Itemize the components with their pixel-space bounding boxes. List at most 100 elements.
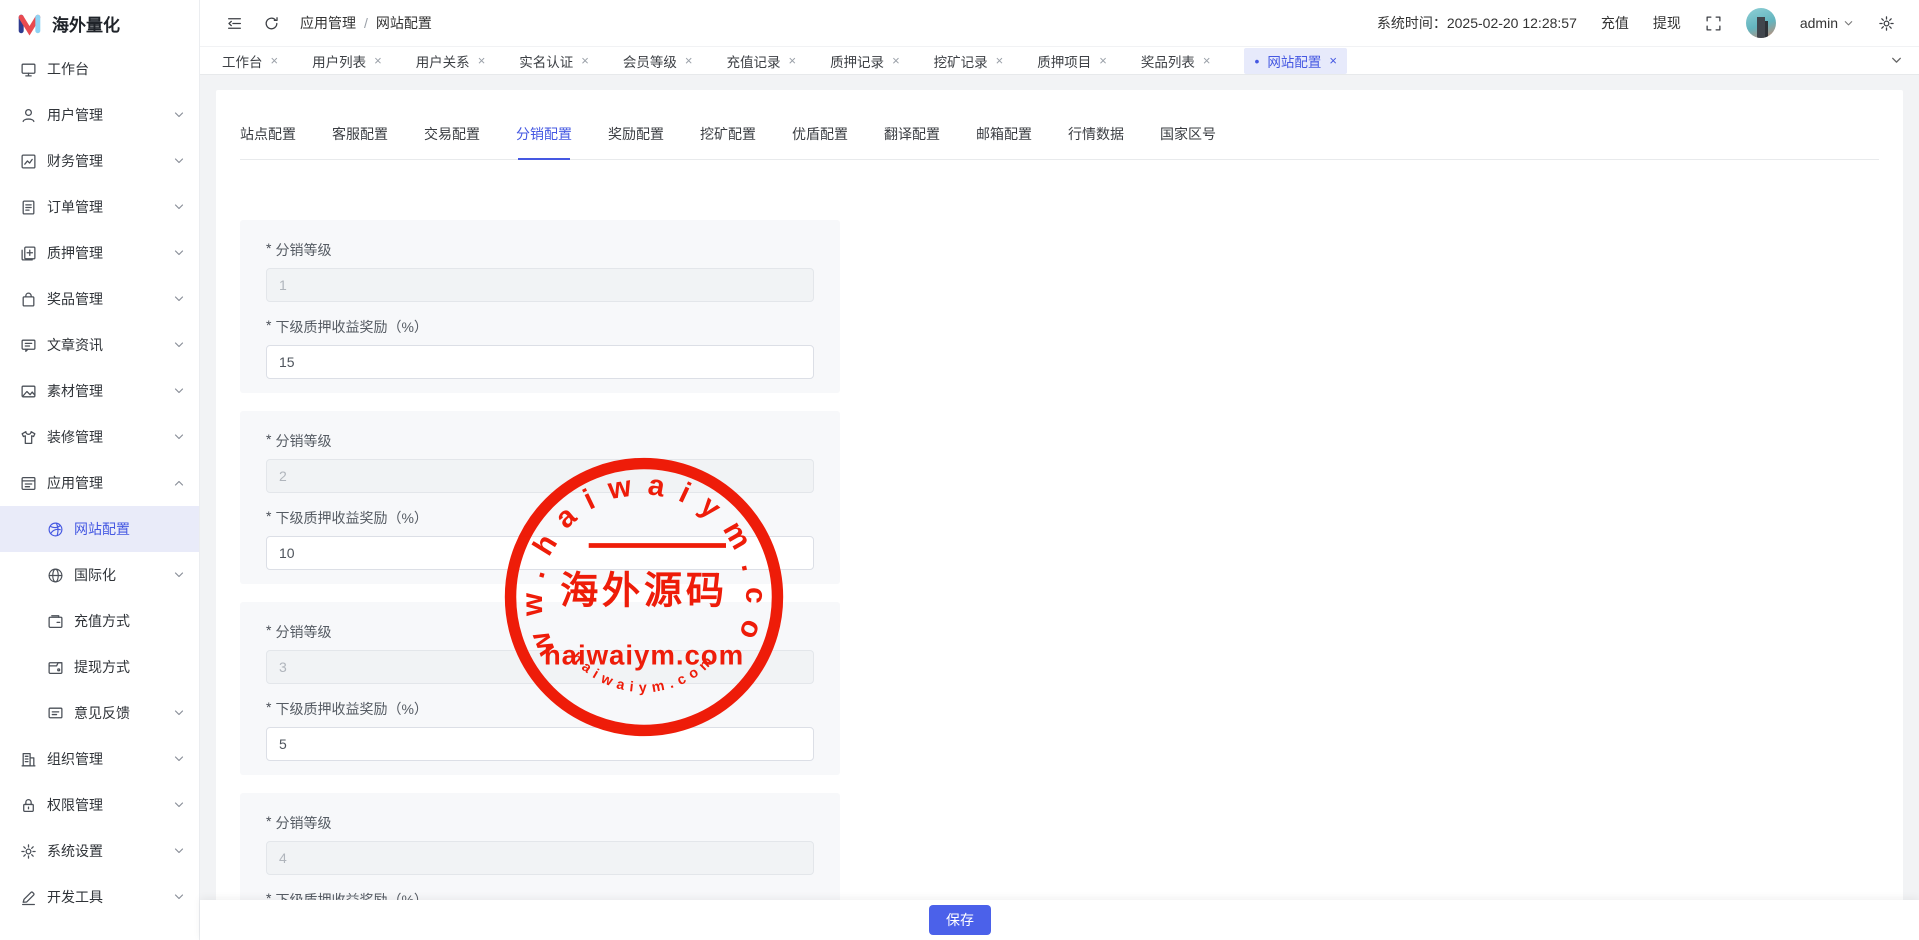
tab-user-relations[interactable]: 用户关系× bbox=[416, 51, 486, 71]
sidebar-item-system-settings[interactable]: 系统设置 bbox=[0, 828, 199, 874]
sidebar-item-label: 工作台 bbox=[47, 59, 89, 79]
app-icon bbox=[20, 475, 37, 492]
close-icon[interactable]: × bbox=[1099, 54, 1107, 67]
chevron-up-icon bbox=[173, 477, 185, 489]
breadcrumb-current: 网站配置 bbox=[376, 13, 432, 33]
tab-list-chevron-icon[interactable] bbox=[1890, 54, 1903, 67]
close-icon[interactable]: × bbox=[271, 54, 279, 67]
reward-percent-label: *下级质押收益奖励（%） bbox=[266, 317, 814, 337]
breadcrumb-parent[interactable]: 应用管理 bbox=[300, 13, 356, 33]
close-icon[interactable]: × bbox=[788, 54, 796, 67]
sidebar-item-material-management[interactable]: 素材管理 bbox=[0, 368, 199, 414]
avatar[interactable] bbox=[1746, 8, 1776, 38]
org-building-icon bbox=[20, 751, 37, 768]
sidebar-item-user-management[interactable]: 用户管理 bbox=[0, 92, 199, 138]
close-icon[interactable]: × bbox=[1203, 54, 1211, 67]
refresh-icon[interactable] bbox=[263, 15, 280, 32]
sidebar-nav: 工作台 用户管理 财务管理 订单管理 质押管理 bbox=[0, 46, 199, 920]
tab-website-config[interactable]: •网站配置× bbox=[1244, 48, 1347, 74]
recharge-link[interactable]: 充值 bbox=[1601, 13, 1629, 33]
article-icon bbox=[20, 337, 37, 354]
sidebar-item-label: 开发工具 bbox=[47, 887, 103, 907]
sidebar-item-app-management[interactable]: 应用管理 bbox=[0, 460, 199, 506]
distribution-level-label: *分销等级 bbox=[266, 431, 814, 451]
footer-bar: 保存 bbox=[200, 900, 1919, 940]
sidebar-item-label: 意见反馈 bbox=[74, 703, 130, 723]
sidebar-item-website-config[interactable]: 网站配置 bbox=[0, 506, 199, 552]
tab-mining-records[interactable]: 挖矿记录× bbox=[934, 51, 1004, 71]
subtab-youdun-config[interactable]: 优盾配置 bbox=[792, 124, 848, 159]
subtab-country-code[interactable]: 国家区号 bbox=[1160, 124, 1216, 159]
sidebar-item-dev-tools[interactable]: 开发工具 bbox=[0, 874, 199, 920]
close-icon[interactable]: × bbox=[374, 54, 382, 67]
subtab-service-config[interactable]: 客服配置 bbox=[332, 124, 388, 159]
sidebar-item-withdraw-method[interactable]: 提现方式 bbox=[0, 644, 199, 690]
chevron-down-icon bbox=[173, 569, 185, 581]
subtab-mailbox-config[interactable]: 邮箱配置 bbox=[976, 124, 1032, 159]
sidebar-item-label: 素材管理 bbox=[47, 381, 103, 401]
reward-percent-input[interactable] bbox=[266, 345, 814, 379]
sidebar-item-feedback[interactable]: 意见反馈 bbox=[0, 690, 199, 736]
save-button[interactable]: 保存 bbox=[929, 905, 991, 935]
collapse-sidebar-icon[interactable] bbox=[226, 15, 243, 32]
subtab-distribution-config[interactable]: 分销配置 bbox=[516, 124, 572, 159]
gear-icon[interactable] bbox=[1878, 15, 1895, 32]
sidebar-item-org-management[interactable]: 组织管理 bbox=[0, 736, 199, 782]
subtab-reward-config[interactable]: 奖励配置 bbox=[608, 124, 664, 159]
tab-member-level[interactable]: 会员等级× bbox=[623, 51, 693, 71]
chevron-down-icon bbox=[173, 707, 185, 719]
pledge-docs-icon bbox=[20, 245, 37, 262]
reward-percent-input[interactable] bbox=[266, 536, 814, 570]
tab-pledge-records[interactable]: 质押记录× bbox=[830, 51, 900, 71]
sidebar-item-workbench[interactable]: 工作台 bbox=[0, 46, 199, 92]
close-icon[interactable]: × bbox=[685, 54, 693, 67]
sidebar-item-decoration-management[interactable]: 装修管理 bbox=[0, 414, 199, 460]
close-icon[interactable]: × bbox=[996, 54, 1004, 67]
tab-prize-list[interactable]: 奖品列表× bbox=[1141, 51, 1211, 71]
logo[interactable]: 海外量化 bbox=[0, 0, 199, 46]
website-icon bbox=[47, 521, 64, 538]
user-menu[interactable]: admin bbox=[1800, 15, 1854, 31]
reward-percent-input[interactable] bbox=[266, 727, 814, 761]
sidebar-item-label: 系统设置 bbox=[47, 841, 103, 861]
close-icon[interactable]: × bbox=[1329, 54, 1337, 67]
subtab-site-config[interactable]: 站点配置 bbox=[240, 124, 296, 159]
sidebar-item-permission-management[interactable]: 权限管理 bbox=[0, 782, 199, 828]
sidebar-item-label: 提现方式 bbox=[74, 657, 130, 677]
sidebar-item-pledge-management[interactable]: 质押管理 bbox=[0, 230, 199, 276]
close-icon[interactable]: × bbox=[892, 54, 900, 67]
close-icon[interactable]: × bbox=[581, 54, 589, 67]
sidebar-item-order-management[interactable]: 订单管理 bbox=[0, 184, 199, 230]
withdraw-link[interactable]: 提现 bbox=[1653, 13, 1681, 33]
sidebar-item-i18n[interactable]: 国际化 bbox=[0, 552, 199, 598]
wallet-icon bbox=[47, 613, 64, 630]
globe-icon bbox=[47, 567, 64, 584]
tab-pledge-projects[interactable]: 质押项目× bbox=[1037, 51, 1107, 71]
subtab-mining-config[interactable]: 挖矿配置 bbox=[700, 124, 756, 159]
header: 应用管理 / 网站配置 系统时间：2025-02-20 12:28:57 充值 … bbox=[200, 0, 1919, 46]
tab-realname-auth[interactable]: 实名认证× bbox=[519, 51, 589, 71]
distribution-level-input bbox=[266, 459, 814, 493]
subtab-market-data[interactable]: 行情数据 bbox=[1068, 124, 1124, 159]
distribution-level-section-1: *分销等级 *下级质押收益奖励（%） bbox=[240, 220, 840, 393]
tab-workbench[interactable]: 工作台× bbox=[222, 51, 278, 71]
sidebar-item-label: 应用管理 bbox=[47, 473, 103, 493]
logo-text: 海外量化 bbox=[52, 11, 120, 36]
sidebar-item-article-news[interactable]: 文章资讯 bbox=[0, 322, 199, 368]
sidebar-item-prize-management[interactable]: 奖品管理 bbox=[0, 276, 199, 322]
sidebar-item-recharge-method[interactable]: 充值方式 bbox=[0, 598, 199, 644]
tab-recharge-records[interactable]: 充值记录× bbox=[726, 51, 796, 71]
sidebar-item-label: 文章资讯 bbox=[47, 335, 103, 355]
content-area: 应用管理 / 网站配置 系统时间：2025-02-20 12:28:57 充值 … bbox=[200, 0, 1919, 940]
withdraw-wallet-icon bbox=[47, 659, 64, 676]
subtab-translation-config[interactable]: 翻译配置 bbox=[884, 124, 940, 159]
subtab-trade-config[interactable]: 交易配置 bbox=[424, 124, 480, 159]
monitor-icon bbox=[20, 61, 37, 78]
tab-bar: 工作台× 用户列表× 用户关系× 实名认证× 会员等级× 充值记录× 质押记录×… bbox=[200, 46, 1919, 75]
sidebar-item-label: 充值方式 bbox=[74, 611, 130, 631]
sidebar-item-finance-management[interactable]: 财务管理 bbox=[0, 138, 199, 184]
close-icon[interactable]: × bbox=[478, 54, 486, 67]
chevron-down-icon bbox=[1843, 18, 1854, 29]
tab-user-list[interactable]: 用户列表× bbox=[312, 51, 382, 71]
fullscreen-icon[interactable] bbox=[1705, 15, 1722, 32]
